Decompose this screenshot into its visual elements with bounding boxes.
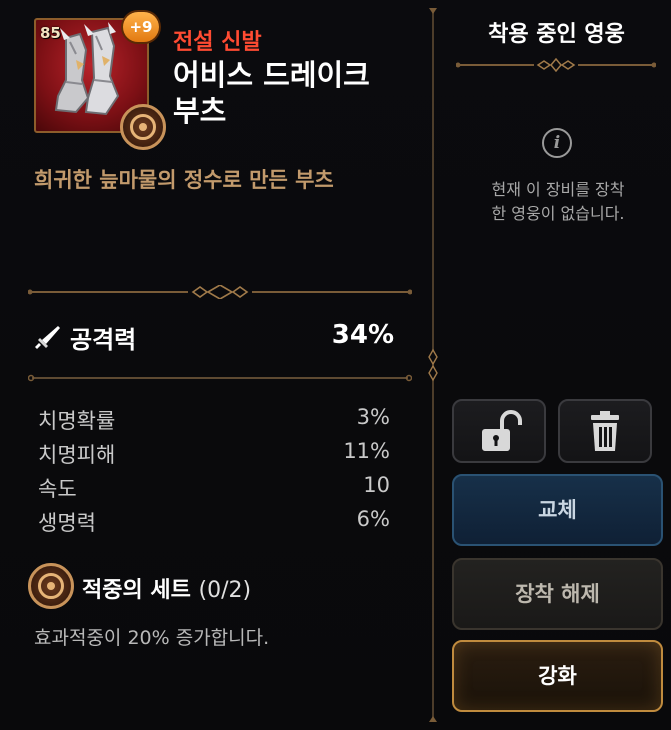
sub-stat-value: 3%: [356, 405, 390, 429]
ornament-divider: [28, 285, 412, 299]
sub-stat-label: 치명피해: [38, 443, 116, 467]
unequip-button[interactable]: 장착 해제: [452, 558, 663, 630]
sword-icon: [35, 326, 60, 349]
no-hero-message: 현재 이 장비를 장착 한 영웅이 없습니다.: [452, 178, 664, 226]
stat-divider: [28, 374, 412, 382]
unlock-icon: [482, 410, 522, 451]
sub-stat-value: 11%: [343, 439, 390, 463]
sub-stats-list: 치명확률 3% 치명피해 11% 속도 10 생명력 6%: [38, 403, 390, 539]
set-bonus: 적중의 세트 (0/2): [28, 563, 408, 613]
set-count: (0/2): [198, 578, 252, 603]
set-emblem-icon: [120, 104, 166, 150]
item-name: 어비스 드레이크 부츠: [173, 57, 413, 129]
set-title: 적중의 세트 (0/2): [82, 572, 251, 604]
sub-stat-label: 치명확률: [38, 409, 116, 433]
sub-stat-value: 10: [363, 473, 390, 497]
item-level: 85: [40, 24, 61, 42]
column-divider: [428, 8, 438, 722]
sub-stat-value: 6%: [356, 507, 390, 531]
delete-button[interactable]: [558, 399, 652, 463]
main-stat-value: 34%: [331, 320, 394, 350]
no-hero-line1: 현재 이 장비를 장착: [491, 180, 625, 199]
info-icon: i: [542, 128, 572, 158]
sub-stat-label: 속도: [38, 477, 77, 501]
set-effect: 효과적중이 20% 증가합니다.: [34, 627, 270, 649]
enhance-button[interactable]: 강화: [452, 640, 663, 712]
main-stat-label: 공격력: [70, 326, 137, 354]
item-description: 희귀한 늪마물의 정수로 만든 부츠: [34, 168, 334, 192]
enhance-level-badge: +9: [123, 12, 159, 42]
replace-button[interactable]: 교체: [452, 474, 663, 546]
sub-stat-label: 생명력: [38, 511, 96, 535]
equipped-hero-section: 착용 중인 영웅 i 현재 이 장비를 장착 한 영웅이 없습니다. 교체 장착…: [442, 0, 671, 730]
equipped-hero-title: 착용 중인 영웅: [488, 22, 625, 47]
item-grade: 전설 신발: [173, 30, 262, 55]
item-info-section: 85 +9 전설 신발 어비스 드레이크 부츠 희귀한 늪마물의 정수로 만든 …: [0, 0, 428, 730]
no-hero-line2: 한 영웅이 없습니다.: [491, 204, 625, 223]
sub-stat-row: 속도 10: [38, 471, 390, 505]
trash-icon: [591, 411, 619, 451]
set-name: 적중의 세트: [82, 578, 191, 603]
item-name-line1: 어비스 드레이크: [173, 58, 370, 92]
item-name-line2: 부츠: [173, 94, 227, 128]
main-stat-row: 공격력 34%: [34, 318, 394, 354]
accuracy-set-emblem-icon: [28, 563, 74, 609]
sub-stat-row: 생명력 6%: [38, 505, 390, 539]
sub-stat-row: 치명피해 11%: [38, 437, 390, 471]
ornament-divider: [456, 58, 656, 72]
lock-toggle-button[interactable]: [452, 399, 546, 463]
sub-stat-row: 치명확률 3%: [38, 403, 390, 437]
item-detail-panel: 85 +9 전설 신발 어비스 드레이크 부츠 희귀한 늪마물의 정수로 만든 …: [0, 0, 671, 730]
